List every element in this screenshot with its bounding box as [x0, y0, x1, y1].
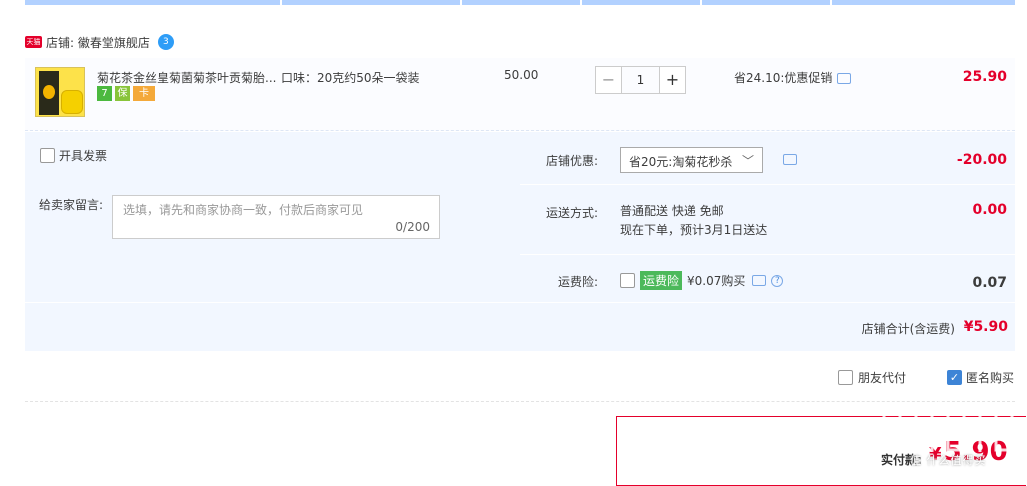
insurance-amount: 0.07	[972, 275, 1007, 291]
friend-pay-checkbox[interactable]	[838, 370, 853, 385]
shipping-row: 运送方式: 普通配送 快递 免邮 现在下单，预计3月1日送达 0.00	[520, 185, 1015, 255]
insurance-option[interactable]: 运费险 ¥0.07购买 ?	[620, 271, 784, 290]
top-divider	[25, 0, 1015, 5]
insurance-checkbox[interactable]	[620, 273, 635, 288]
invoice-label: 开具发票	[59, 149, 108, 163]
shop-total-row: 店铺合计(含运费) ¥5.90	[25, 302, 1015, 351]
invoice-option[interactable]: 开具发票	[40, 147, 107, 164]
shop-discount-label: 店铺优惠:	[545, 154, 598, 168]
chat-bubble-icon[interactable]	[752, 275, 767, 286]
guarantee-icon[interactable]: 保	[115, 86, 130, 101]
insurance-tag: 运费险	[640, 271, 683, 290]
anonymous-label: 匿名购买	[966, 371, 1015, 385]
quantity-stepper: − 1 +	[595, 66, 686, 94]
insurance-row: 运费险: 运费险 ¥0.07购买 ? 0.07	[520, 255, 1015, 302]
shipping-eta: 现在下单，预计3月1日送达	[620, 223, 768, 237]
promotion-info: 省24.10:优惠促销	[734, 69, 852, 86]
shipping-label: 运送方式:	[545, 206, 598, 220]
shop-total-value: ¥5.90	[963, 319, 1008, 335]
shipping-amount: 0.00	[972, 202, 1007, 218]
message-placeholder: 选填，请先和商家协商一致，付款后商家可见	[123, 203, 364, 217]
unit-price: 50.00	[504, 68, 539, 82]
message-char-count: 0/200	[395, 220, 430, 234]
product-spec: 口味：20克约50朵一袋装	[281, 71, 420, 85]
shop-total-label: 店铺合计(含运费)	[861, 322, 955, 336]
product-thumbnail[interactable]	[35, 67, 85, 117]
payment-summary: 实付款: ¥5.90	[616, 416, 1026, 486]
chat-bubble-icon[interactable]	[783, 154, 797, 165]
service-badges: 7 保 卡	[97, 86, 155, 101]
card-payment-icon[interactable]: 卡	[133, 86, 155, 101]
tmall-icon: 天猫	[25, 36, 42, 48]
product-title[interactable]: 菊花茶金丝皇菊菌菊茶叶贡菊胎...	[97, 69, 277, 86]
shop-discount-select[interactable]: 省20元:淘菊花秒杀 ﹀	[620, 147, 763, 173]
insurance-label: 运费险:	[557, 275, 598, 289]
quantity-input[interactable]: 1	[622, 66, 659, 94]
chat-bubble-icon[interactable]	[837, 73, 852, 84]
insurance-price: ¥0.07购买	[687, 274, 746, 288]
order-item-row: 菊花茶金丝皇菊菌菊茶叶贡菊胎... 7 保 卡 口味：20克约50朵一袋装 50…	[25, 58, 1015, 131]
shipping-info: 普通配送 快递 免邮 现在下单，预计3月1日送达	[620, 202, 767, 240]
promotion-text: 省24.10:优惠促销	[734, 71, 833, 85]
shop-header: 天猫 店铺: 徽春堂旗舰店 3	[25, 32, 174, 52]
help-icon[interactable]: ?	[771, 274, 784, 287]
friend-pay-label: 朋友代付	[858, 371, 907, 385]
shop-name[interactable]: 店铺: 徽春堂旗舰店	[46, 34, 150, 51]
order-options-panel: 开具发票 给卖家留言: 选填，请先和商家协商一致，付款后商家可见 0/200 店…	[25, 132, 1015, 351]
wangwang-chat-icon[interactable]: 3	[157, 34, 174, 50]
section-divider	[25, 401, 1015, 402]
quantity-increase-button[interactable]: +	[659, 66, 686, 94]
shop-discount-value: 省20元:淘菊花秒杀	[629, 155, 733, 169]
friend-pay-option[interactable]: 朋友代付	[838, 369, 906, 386]
shipping-method: 普通配送 快递 免邮	[620, 204, 724, 218]
anonymous-checkbox[interactable]: ✓	[947, 370, 962, 385]
shop-discount-row: 店铺优惠: 省20元:淘菊花秒杀 ﹀ -20.00	[520, 132, 1015, 185]
seller-message-input[interactable]: 选填，请先和商家协商一致，付款后商家可见 0/200	[112, 195, 440, 239]
watermark-text: 值 什么值得买	[910, 454, 987, 467]
item-subtotal: 25.90	[962, 69, 1007, 85]
invoice-checkbox[interactable]	[40, 148, 55, 163]
chevron-down-icon: ﹀	[741, 154, 754, 168]
seven-day-return-icon[interactable]: 7	[97, 86, 112, 101]
shop-discount-amount: -20.00	[956, 152, 1007, 168]
quantity-decrease-button[interactable]: −	[595, 66, 622, 94]
message-label: 给卖家留言:	[39, 198, 104, 212]
anonymous-purchase-option[interactable]: ✓ 匿名购买	[947, 369, 1014, 386]
